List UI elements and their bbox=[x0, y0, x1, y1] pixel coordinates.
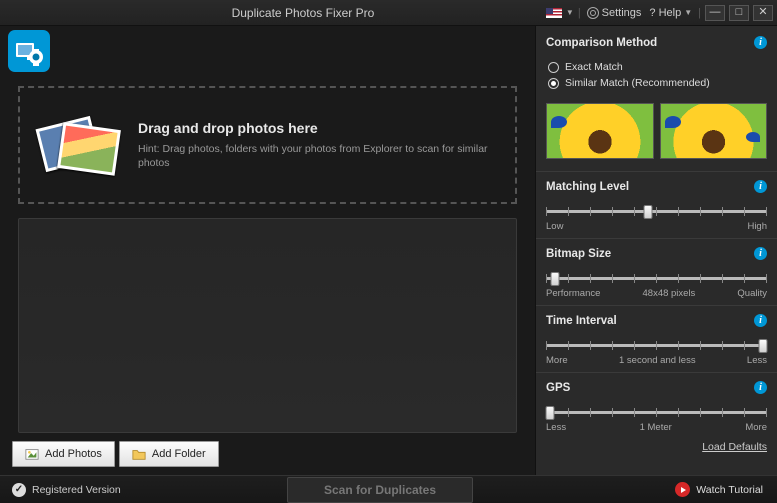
slider-mid-label: 1 Meter bbox=[566, 422, 745, 433]
gps-title: GPS bbox=[546, 382, 570, 394]
dropzone-heading: Drag and drop photos here bbox=[138, 120, 501, 136]
add-photos-button[interactable]: Add Photos bbox=[12, 441, 115, 467]
info-icon[interactable]: i bbox=[754, 180, 767, 193]
photo-icon bbox=[25, 447, 39, 461]
add-photos-label: Add Photos bbox=[45, 448, 102, 460]
slider-high-label: High bbox=[747, 221, 767, 232]
comparison-method-title: Comparison Method bbox=[546, 37, 657, 49]
help-button[interactable]: ? Help ▼ bbox=[647, 7, 694, 19]
right-panel: Comparison Method i Exact Match Similar … bbox=[535, 26, 777, 475]
play-icon bbox=[675, 482, 690, 497]
chevron-down-icon: ▼ bbox=[684, 8, 692, 17]
time-interval-title: Time Interval bbox=[546, 315, 617, 327]
slider-mid-label: 1 second and less bbox=[568, 355, 747, 366]
slider-left-label: Performance bbox=[546, 288, 600, 299]
dropzone[interactable]: Drag and drop photos here Hint: Drag pho… bbox=[18, 86, 517, 204]
scan-button[interactable]: Scan for Duplicates bbox=[287, 477, 473, 503]
app-title: Duplicate Photos Fixer Pro bbox=[60, 6, 546, 20]
settings-label: Settings bbox=[602, 7, 642, 19]
info-icon[interactable]: i bbox=[754, 381, 767, 394]
preview-image-2 bbox=[660, 103, 768, 159]
slider-right-label: Quality bbox=[737, 288, 767, 299]
photo-list-area bbox=[18, 218, 517, 433]
slider-mid-label: 48x48 pixels bbox=[600, 288, 737, 299]
slider-low-label: Low bbox=[546, 221, 563, 232]
matching-level-title: Matching Level bbox=[546, 181, 629, 193]
radio-similar-match[interactable]: Similar Match (Recommended) bbox=[548, 75, 767, 91]
radio-icon bbox=[548, 78, 559, 89]
help-label: ? Help bbox=[649, 7, 681, 19]
registered-status: ✓ Registered Version bbox=[0, 483, 121, 497]
close-button[interactable]: ✕ bbox=[753, 5, 773, 21]
info-icon[interactable]: i bbox=[754, 314, 767, 327]
radio-exact-match[interactable]: Exact Match bbox=[548, 59, 767, 75]
titlebar: Duplicate Photos Fixer Pro ▼ | Settings … bbox=[0, 0, 777, 26]
footer: ✓ Registered Version Scan for Duplicates… bbox=[0, 475, 777, 503]
app-logo bbox=[8, 30, 50, 72]
bitmap-size-slider[interactable] bbox=[546, 272, 767, 286]
info-icon[interactable]: i bbox=[754, 36, 767, 49]
matching-level-slider[interactable] bbox=[546, 205, 767, 219]
radio-label: Similar Match (Recommended) bbox=[565, 77, 710, 89]
registered-label: Registered Version bbox=[32, 484, 121, 496]
bitmap-size-title: Bitmap Size bbox=[546, 248, 611, 260]
dropzone-hint: Hint: Drag photos, folders with your pho… bbox=[138, 142, 501, 170]
watch-label: Watch Tutorial bbox=[696, 484, 763, 496]
check-icon: ✓ bbox=[12, 483, 26, 497]
preview-image-1 bbox=[546, 103, 654, 159]
time-interval-slider[interactable] bbox=[546, 339, 767, 353]
load-defaults-link[interactable]: Load Defaults bbox=[546, 441, 767, 453]
minimize-button[interactable]: — bbox=[705, 5, 725, 21]
chevron-down-icon[interactable]: ▼ bbox=[566, 8, 574, 17]
gear-icon bbox=[587, 7, 599, 19]
add-folder-label: Add Folder bbox=[152, 448, 206, 460]
slider-left-label: More bbox=[546, 355, 568, 366]
add-folder-button[interactable]: Add Folder bbox=[119, 441, 219, 467]
folder-icon bbox=[132, 447, 146, 461]
maximize-button[interactable]: □ bbox=[729, 5, 749, 21]
watch-tutorial-button[interactable]: Watch Tutorial bbox=[675, 482, 777, 497]
slider-right-label: More bbox=[745, 422, 767, 433]
slider-left-label: Less bbox=[546, 422, 566, 433]
left-panel: Drag and drop photos here Hint: Drag pho… bbox=[0, 26, 535, 475]
radio-icon bbox=[548, 62, 559, 73]
slider-right-label: Less bbox=[747, 355, 767, 366]
radio-label: Exact Match bbox=[565, 61, 623, 73]
settings-button[interactable]: Settings bbox=[585, 7, 644, 19]
photos-icon bbox=[34, 106, 124, 184]
gps-slider[interactable] bbox=[546, 406, 767, 420]
info-icon[interactable]: i bbox=[754, 247, 767, 260]
flag-icon[interactable] bbox=[546, 8, 562, 18]
